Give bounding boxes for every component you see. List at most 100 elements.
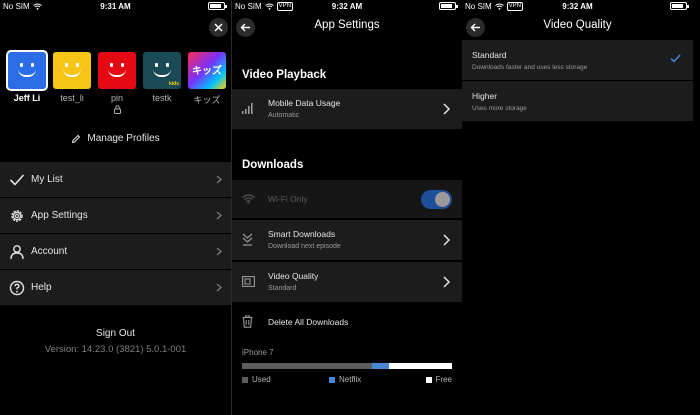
- avatar-eye-left: [20, 63, 23, 67]
- delete-all-downloads-row[interactable]: Delete All Downloads: [232, 304, 462, 340]
- profile-pin[interactable]: pin: [98, 52, 136, 114]
- chevron-right-icon: [216, 175, 222, 184]
- option-description: Downloads faster and uses less storage: [472, 64, 588, 71]
- section-header-video-playback: Video Playback: [242, 69, 327, 81]
- legend-swatch: [242, 376, 248, 383]
- status-time: 9:32 AM: [562, 2, 593, 11]
- check-icon: [8, 171, 26, 189]
- avatar-eye-right: [76, 63, 79, 67]
- device-name: iPhone 7: [242, 348, 274, 357]
- status-bar: No SIM VPN 9:32 AM: [232, 0, 462, 13]
- storage-bar: [242, 363, 452, 369]
- video-quality-row[interactable]: Video Quality Standard: [232, 262, 462, 302]
- chevron-right-icon: [443, 276, 450, 288]
- menu-item-app-settings[interactable]: App Settings: [0, 198, 231, 233]
- avatar-eye-left: [110, 63, 113, 67]
- section-header-downloads: Downloads: [242, 159, 304, 171]
- wifi-icon: [242, 194, 255, 204]
- mobile-data-usage-row[interactable]: Mobile Data Usage Automatic: [232, 89, 462, 129]
- profiles-screen: No SIM 9:31 AM Jeff Li test_li pin kids …: [0, 0, 231, 415]
- status-right: [208, 2, 227, 10]
- close-button[interactable]: [209, 18, 228, 37]
- menu-item-label: Help: [31, 282, 52, 293]
- menu-item-my-list[interactable]: My List: [0, 162, 231, 197]
- version-text: Version: 14.23.0 (3821) 5.0.1-001: [44, 344, 187, 355]
- lock-icon: [113, 105, 121, 114]
- legend-label: Free: [435, 375, 452, 384]
- wifi-only-label: Wi-Fi Only: [268, 194, 308, 204]
- page-title: Video Quality: [543, 19, 612, 31]
- avatar-eye-right: [31, 63, 34, 67]
- gear-icon: [8, 207, 26, 225]
- app-settings-screen: No SIM VPN 9:32 AM App Settings Video Pl…: [232, 0, 462, 415]
- menu-item-label: App Settings: [31, 210, 88, 221]
- manage-profiles-button[interactable]: Manage Profiles: [0, 133, 231, 144]
- menu-item-label: My List: [31, 174, 63, 185]
- profile-testk[interactable]: kids testk: [143, 52, 181, 103]
- mobile-data-usage-label: Mobile Data Usage: [268, 98, 341, 108]
- avatar: [98, 52, 136, 89]
- legend-label: Netflix: [339, 375, 362, 384]
- status-bar: No SIM VPN 9:32 AM: [462, 0, 693, 13]
- video-quality-icon: [242, 276, 255, 287]
- legend-free: Free: [425, 375, 452, 384]
- menu-item-label: Account: [31, 246, 68, 257]
- profile-list: Jeff Li test_li pin kids testk キッズ キッズ: [5, 52, 231, 122]
- kids-avatar-text: キッズ: [192, 66, 222, 77]
- avatar-eye-right: [166, 63, 169, 67]
- quality-option-standard[interactable]: Standard Downloads faster and uses less …: [462, 40, 693, 80]
- battery-icon: [208, 2, 227, 10]
- wifi-only-row: Wi-Fi Only: [232, 180, 462, 218]
- chevron-right-icon: [443, 103, 450, 115]
- status-time: 9:31 AM: [100, 2, 131, 11]
- avatar: [8, 52, 46, 89]
- profile-name: キッズ: [193, 95, 221, 105]
- avatar-smile: [108, 69, 126, 77]
- video-quality-label: Video Quality: [268, 271, 319, 281]
- toggle-knob: [435, 192, 450, 207]
- option-label: Higher: [472, 91, 498, 101]
- avatar: [53, 52, 91, 89]
- signal-bars-icon: [242, 103, 253, 114]
- status-right: [439, 2, 458, 10]
- checkmark-icon: [670, 54, 681, 63]
- video-quality-value: Standard: [268, 285, 297, 292]
- option-label: Standard: [472, 50, 507, 60]
- smart-downloads-row[interactable]: Smart Downloads Download next episode: [232, 220, 462, 260]
- avatar-smile: [63, 69, 81, 77]
- storage-legend: Used Netflix Free: [242, 375, 452, 385]
- person-icon: [8, 243, 26, 261]
- profile-test-li[interactable]: test_li: [53, 52, 91, 103]
- kids-avatar: キッズ: [188, 52, 226, 89]
- avatar-eye-left: [155, 63, 158, 67]
- legend-swatch: [329, 376, 335, 383]
- wifi-only-toggle[interactable]: [421, 190, 452, 209]
- legend-netflix: Netflix: [329, 375, 361, 384]
- legend-swatch: [425, 376, 432, 383]
- status-bar: No SIM 9:31 AM: [0, 0, 231, 13]
- profile-kids[interactable]: キッズ キッズ: [188, 52, 226, 106]
- chevron-right-icon: [216, 247, 222, 256]
- avatar-eye-left: [65, 63, 68, 67]
- avatar-eye-right: [121, 63, 124, 67]
- avatar-smile: [18, 69, 36, 77]
- sign-out-button[interactable]: Sign Out: [0, 328, 231, 339]
- status-right: [670, 2, 689, 10]
- battery-icon: [670, 2, 689, 10]
- profile-jeff-li[interactable]: Jeff Li: [8, 52, 46, 103]
- chevron-right-icon: [216, 283, 222, 292]
- kids-label: kids: [168, 81, 179, 87]
- avatar: kids: [143, 52, 181, 89]
- page-title: App Settings: [314, 19, 380, 31]
- quality-option-higher[interactable]: Higher Uses more storage: [462, 81, 693, 121]
- delete-all-downloads-label: Delete All Downloads: [268, 317, 349, 327]
- pencil-icon: [72, 134, 81, 143]
- close-icon: [214, 23, 223, 32]
- menu-item-account[interactable]: Account: [0, 234, 231, 269]
- menu-item-help[interactable]: Help: [0, 270, 231, 305]
- option-description: Uses more storage: [472, 105, 527, 112]
- smart-downloads-label: Smart Downloads: [268, 229, 336, 239]
- chevron-right-icon: [216, 211, 222, 220]
- smart-downloads-value: Download next episode: [268, 243, 341, 250]
- avatar-smile: [153, 69, 171, 77]
